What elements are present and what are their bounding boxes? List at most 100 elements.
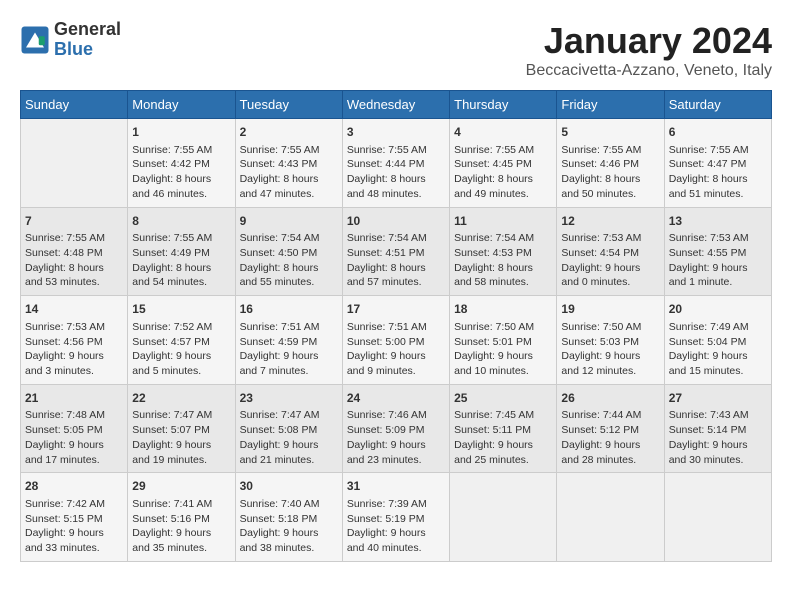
day-info: Sunset: 4:56 PM [25, 335, 123, 350]
day-info: Sunrise: 7:50 AM [561, 320, 659, 335]
day-info: Daylight: 8 hours [25, 261, 123, 276]
day-info: Sunset: 4:50 PM [240, 246, 338, 261]
column-header-tuesday: Tuesday [235, 91, 342, 119]
day-info: and 12 minutes. [561, 364, 659, 379]
calendar-cell: 24Sunrise: 7:46 AMSunset: 5:09 PMDayligh… [342, 384, 449, 473]
day-info: Sunrise: 7:55 AM [132, 231, 230, 246]
column-header-friday: Friday [557, 91, 664, 119]
day-info: Daylight: 8 hours [132, 172, 230, 187]
day-number: 23 [240, 390, 338, 407]
day-info: Sunset: 5:04 PM [669, 335, 767, 350]
day-info: Sunrise: 7:47 AM [132, 408, 230, 423]
day-info: Sunrise: 7:54 AM [454, 231, 552, 246]
day-info: and 30 minutes. [669, 453, 767, 468]
day-info: Daylight: 9 hours [561, 349, 659, 364]
day-info: Daylight: 8 hours [669, 172, 767, 187]
day-info: Daylight: 9 hours [25, 438, 123, 453]
day-number: 16 [240, 301, 338, 318]
calendar-cell: 10Sunrise: 7:54 AMSunset: 4:51 PMDayligh… [342, 207, 449, 296]
day-info: Sunset: 5:07 PM [132, 423, 230, 438]
calendar-cell: 13Sunrise: 7:53 AMSunset: 4:55 PMDayligh… [664, 207, 771, 296]
calendar-cell: 11Sunrise: 7:54 AMSunset: 4:53 PMDayligh… [450, 207, 557, 296]
day-info: Sunrise: 7:46 AM [347, 408, 445, 423]
day-info: and 40 minutes. [347, 541, 445, 556]
day-info: Sunrise: 7:53 AM [561, 231, 659, 246]
day-info: Sunset: 5:15 PM [25, 512, 123, 527]
day-info: and 10 minutes. [454, 364, 552, 379]
calendar-cell: 30 Sunrise: 7:40 AMSunset: 5:18 PMDayligh… [235, 473, 342, 562]
day-info: Sunrise: 7:40 AM [240, 497, 338, 512]
day-number: 21 [25, 390, 123, 407]
day-info: Sunrise: 7:47 AM [240, 408, 338, 423]
day-info: Sunrise: 7:55 AM [454, 143, 552, 158]
day-info: Sunrise: 7:44 AM [561, 408, 659, 423]
day-info: Sunset: 4:57 PM [132, 335, 230, 350]
day-info: Sunrise: 7:55 AM [25, 231, 123, 246]
day-info: and 58 minutes. [454, 275, 552, 290]
day-info: and 5 minutes. [132, 364, 230, 379]
day-info: and 35 minutes. [132, 541, 230, 556]
day-info: Sunset: 4:43 PM [240, 157, 338, 172]
day-number: 26 [561, 390, 659, 407]
day-number: 4 [454, 124, 552, 141]
logo-general: General [54, 20, 121, 40]
calendar-cell: 20Sunrise: 7:49 AMSunset: 5:04 PMDayligh… [664, 296, 771, 385]
day-number: 8 [132, 213, 230, 230]
calendar-week-row: 1Sunrise: 7:55 AMSunset: 4:42 PMDaylight… [21, 119, 772, 208]
day-info: Sunset: 4:51 PM [347, 246, 445, 261]
day-info: Sunset: 4:44 PM [347, 157, 445, 172]
day-info: Daylight: 9 hours [240, 526, 338, 541]
day-info: Daylight: 8 hours [454, 172, 552, 187]
day-info: Sunrise: 7:55 AM [347, 143, 445, 158]
day-info: Sunrise: 7:42 AM [25, 497, 123, 512]
day-info: and 55 minutes. [240, 275, 338, 290]
day-number: 24 [347, 390, 445, 407]
column-header-saturday: Saturday [664, 91, 771, 119]
calendar-cell: 5Sunrise: 7:55 AMSunset: 4:46 PMDaylight… [557, 119, 664, 208]
day-info: Sunrise: 7:39 AM [347, 497, 445, 512]
day-info: Daylight: 9 hours [240, 349, 338, 364]
day-info: and 7 minutes. [240, 364, 338, 379]
calendar-cell: 27Sunrise: 7:43 AMSunset: 5:14 PMDayligh… [664, 384, 771, 473]
day-info: and 54 minutes. [132, 275, 230, 290]
calendar-cell: 12Sunrise: 7:53 AMSunset: 4:54 PMDayligh… [557, 207, 664, 296]
day-info: Sunset: 5:00 PM [347, 335, 445, 350]
day-info: Sunset: 5:16 PM [132, 512, 230, 527]
day-info: Sunset: 5:01 PM [454, 335, 552, 350]
calendar-cell: 23Sunrise: 7:47 AMSunset: 5:08 PMDayligh… [235, 384, 342, 473]
calendar-week-row: 28Sunrise: 7:42 AMSunset: 5:15 PMDayligh… [21, 473, 772, 562]
day-info: Daylight: 9 hours [132, 438, 230, 453]
day-info: Sunrise: 7:53 AM [669, 231, 767, 246]
calendar-cell: 2Sunrise: 7:55 AMSunset: 4:43 PMDaylight… [235, 119, 342, 208]
day-number: 14 [25, 301, 123, 318]
day-info: Sunrise: 7:49 AM [669, 320, 767, 335]
day-info: Sunset: 5:19 PM [347, 512, 445, 527]
day-info: Daylight: 9 hours [132, 349, 230, 364]
day-info: Sunset: 4:48 PM [25, 246, 123, 261]
day-number: 30 [240, 478, 338, 495]
day-info: and 51 minutes. [669, 187, 767, 202]
day-number: 6 [669, 124, 767, 141]
day-info: Daylight: 9 hours [561, 261, 659, 276]
calendar-cell: 19Sunrise: 7:50 AMSunset: 5:03 PMDayligh… [557, 296, 664, 385]
logo-blue: Blue [54, 40, 121, 60]
day-info: and 3 minutes. [25, 364, 123, 379]
day-number: 27 [669, 390, 767, 407]
day-info: Sunset: 5:05 PM [25, 423, 123, 438]
calendar-cell [557, 473, 664, 562]
day-number: 13 [669, 213, 767, 230]
day-number: 9 [240, 213, 338, 230]
day-number: 18 [454, 301, 552, 318]
day-info: and 25 minutes. [454, 453, 552, 468]
calendar-cell: 17Sunrise: 7:51 AMSunset: 5:00 PMDayligh… [342, 296, 449, 385]
calendar-cell: 16Sunrise: 7:51 AMSunset: 4:59 PMDayligh… [235, 296, 342, 385]
calendar-cell: 3Sunrise: 7:55 AMSunset: 4:44 PMDaylight… [342, 119, 449, 208]
day-info: Daylight: 8 hours [240, 172, 338, 187]
calendar-cell [450, 473, 557, 562]
calendar-cell [664, 473, 771, 562]
month-title: January 2024 [526, 20, 772, 62]
day-info: Sunrise: 7:55 AM [669, 143, 767, 158]
day-info: Sunset: 4:46 PM [561, 157, 659, 172]
day-info: Sunset: 5:18 PM [240, 512, 338, 527]
day-info: and 48 minutes. [347, 187, 445, 202]
